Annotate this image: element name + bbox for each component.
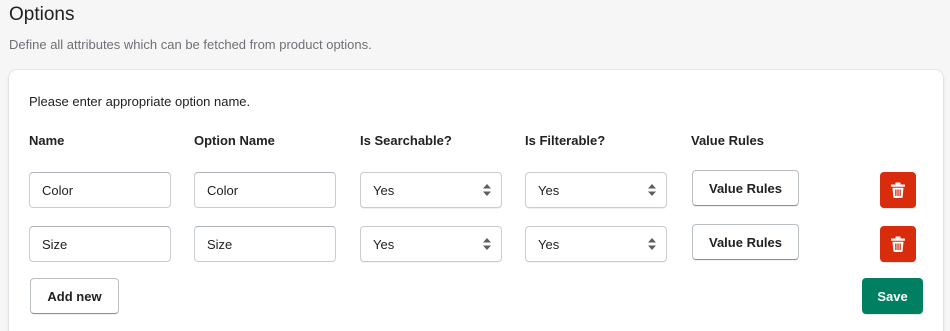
- column-header-filterable: Is Filterable?: [525, 133, 606, 148]
- option-name-input[interactable]: Color: [194, 172, 336, 208]
- value-rules-button[interactable]: Value Rules: [692, 170, 799, 206]
- select-arrows-icon: [483, 238, 491, 250]
- filterable-select-value: Yes: [538, 182, 560, 198]
- add-new-button[interactable]: Add new: [30, 278, 119, 314]
- name-input[interactable]: Size: [29, 226, 171, 262]
- page-subtitle: Define all attributes which can be fetch…: [9, 37, 372, 52]
- searchable-select-value: Yes: [373, 182, 395, 198]
- option-name-input-value: Size: [207, 236, 233, 252]
- delete-row-button[interactable]: [880, 172, 916, 208]
- column-header-searchable: Is Searchable?: [360, 133, 452, 148]
- searchable-select-value: Yes: [373, 236, 395, 252]
- filterable-select-value: Yes: [538, 236, 560, 252]
- filterable-select[interactable]: Yes: [525, 172, 667, 208]
- name-input-value: Color: [42, 182, 74, 198]
- column-header-option-name: Option Name: [194, 133, 275, 148]
- filterable-select[interactable]: Yes: [525, 226, 667, 262]
- select-arrows-icon: [648, 238, 656, 250]
- trash-icon: [891, 236, 905, 252]
- delete-row-button[interactable]: [880, 226, 916, 262]
- name-input[interactable]: Color: [29, 172, 171, 208]
- searchable-select[interactable]: Yes: [360, 172, 502, 208]
- option-name-input[interactable]: Size: [194, 226, 336, 262]
- page-title: Options: [9, 4, 75, 25]
- name-input-value: Size: [42, 236, 68, 252]
- trash-icon: [891, 182, 905, 198]
- column-header-name: Name: [29, 133, 65, 148]
- column-header-value-rules: Value Rules: [691, 133, 764, 148]
- options-card: Please enter appropriate option name. Na…: [9, 70, 943, 331]
- save-button[interactable]: Save: [862, 278, 923, 314]
- select-arrows-icon: [648, 184, 656, 196]
- searchable-select[interactable]: Yes: [360, 226, 502, 262]
- option-name-input-value: Color: [207, 182, 239, 198]
- value-rules-button[interactable]: Value Rules: [692, 224, 799, 260]
- select-arrows-icon: [483, 184, 491, 196]
- hint-text: Please enter appropriate option name.: [29, 94, 251, 109]
